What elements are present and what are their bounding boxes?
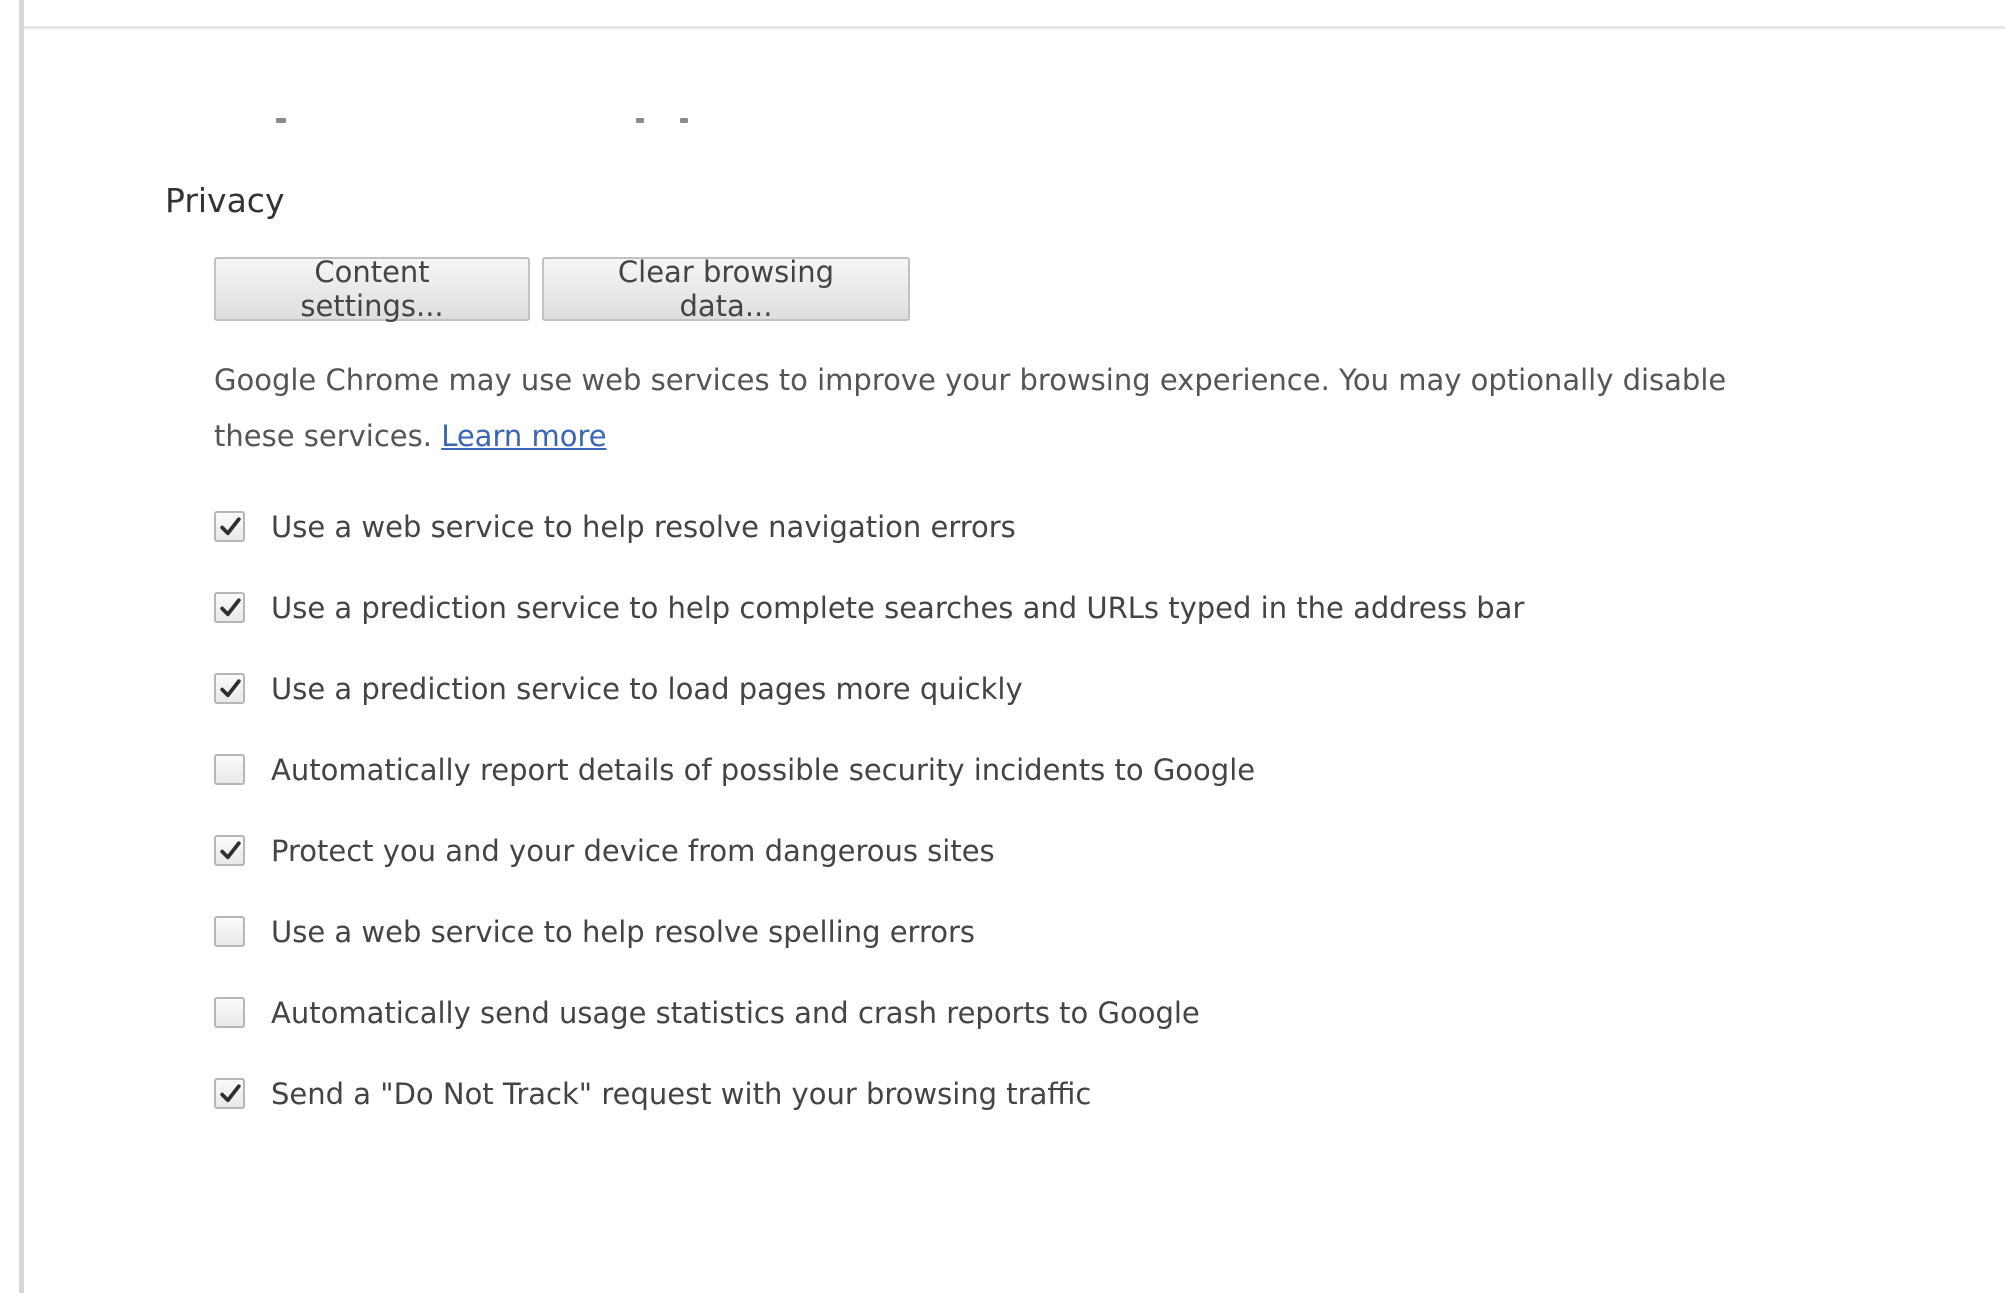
page-prediction-checkbox[interactable] [214,673,245,704]
spelling-errors-checkbox[interactable] [214,916,245,947]
left-border [19,0,24,1293]
clipped-text-fragment [276,118,286,123]
checkmark-icon [220,1084,241,1103]
privacy-option: Use a prediction service to help complet… [214,567,1524,648]
privacy-option: Send a "Do Not Track" request with your … [214,1053,1524,1134]
privacy-option: Automatically report details of possible… [214,729,1524,810]
checkmark-icon [220,517,241,536]
privacy-options-list: Use a web service to help resolve naviga… [214,486,1524,1134]
dangerous-sites-checkbox[interactable] [214,835,245,866]
page-prediction-label[interactable]: Use a prediction service to load pages m… [271,672,1023,706]
clear-browsing-data-button[interactable]: Clear browsing data... [542,255,910,323]
privacy-option: Automatically send usage statistics and … [214,972,1524,1053]
do-not-track-label[interactable]: Send a "Do Not Track" request with your … [271,1077,1091,1111]
dangerous-sites-label[interactable]: Protect you and your device from dangero… [271,834,995,868]
privacy-button-row: Content settings... Clear browsing data.… [214,255,910,323]
checkmark-icon [220,679,241,698]
clipped-text-fragment [636,118,644,123]
spelling-errors-label[interactable]: Use a web service to help resolve spelli… [271,915,975,949]
checkmark-icon [220,598,241,617]
privacy-description: Google Chrome may use web services to im… [214,352,1814,464]
privacy-option: Use a web service to help resolve naviga… [214,486,1524,567]
usage-statistics-checkbox[interactable] [214,997,245,1028]
navigation-errors-checkbox[interactable] [214,511,245,542]
search-prediction-checkbox[interactable] [214,592,245,623]
checkmark-icon [220,841,241,860]
search-prediction-label[interactable]: Use a prediction service to help complet… [271,591,1524,625]
clipped-text-fragment [680,118,688,123]
content-settings-button[interactable]: Content settings... [214,255,530,323]
security-incidents-checkbox[interactable] [214,754,245,785]
settings-page: Privacy Content settings... Clear browsi… [0,0,2005,1293]
privacy-option: Use a prediction service to load pages m… [214,648,1524,729]
learn-more-link[interactable]: Learn more [441,419,606,453]
privacy-option: Use a web service to help resolve spelli… [214,891,1524,972]
do-not-track-checkbox[interactable] [214,1078,245,1109]
privacy-option: Protect you and your device from dangero… [214,810,1524,891]
usage-statistics-label[interactable]: Automatically send usage statistics and … [271,996,1200,1030]
privacy-section-title: Privacy [165,181,285,220]
top-divider [24,26,2005,29]
security-incidents-label[interactable]: Automatically report details of possible… [271,753,1255,787]
navigation-errors-label[interactable]: Use a web service to help resolve naviga… [271,510,1016,544]
